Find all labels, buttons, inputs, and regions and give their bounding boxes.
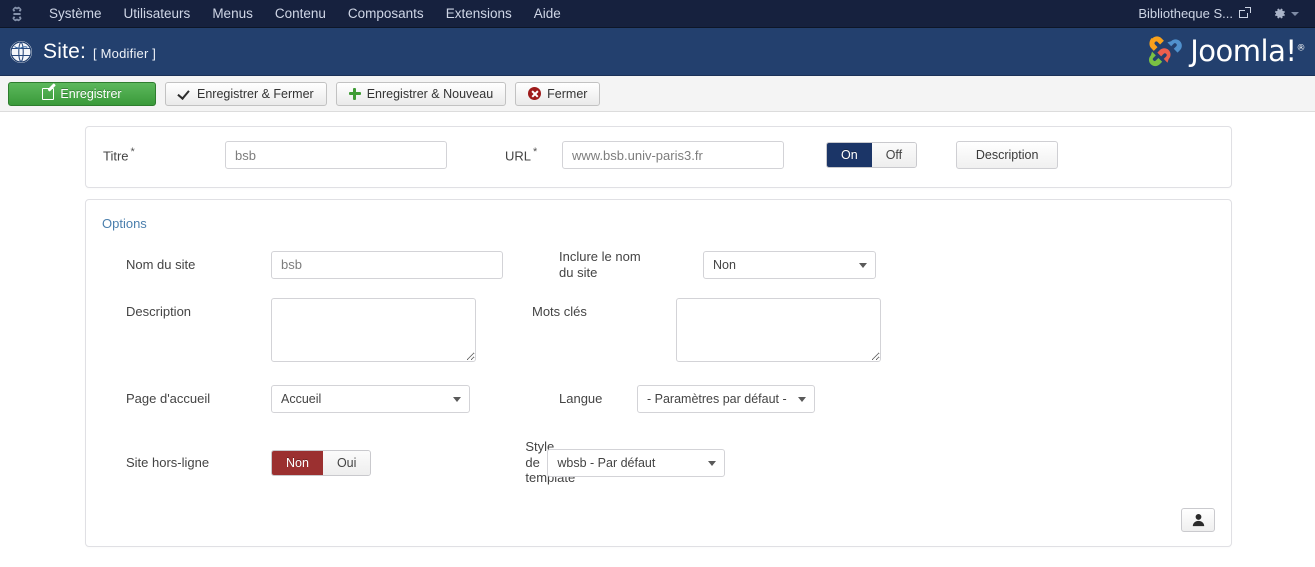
joomla-mark-icon[interactable] — [8, 5, 26, 23]
titre-input[interactable] — [225, 141, 447, 169]
admin-topbar: Système Utilisateurs Menus Contenu Compo… — [0, 0, 1315, 28]
gear-icon — [1272, 6, 1287, 21]
save-and-new-label: Enregistrer & Nouveau — [366, 86, 494, 101]
close-button[interactable]: Fermer — [515, 81, 601, 106]
user-picker-button[interactable] — [1181, 507, 1215, 532]
tab-options[interactable]: Options — [86, 212, 149, 241]
close-button-label: Fermer — [547, 86, 588, 101]
description-textarea[interactable] — [271, 298, 476, 363]
nom-du-site-label: Nom du site — [126, 256, 196, 272]
topnav-item-utilisateurs[interactable]: Utilisateurs — [113, 1, 202, 26]
page-accueil-select[interactable]: Accueil — [271, 385, 470, 414]
user-icon — [1192, 513, 1204, 527]
topnav-item-contenu[interactable]: Contenu — [264, 1, 337, 26]
inclure-nom-site-select[interactable]: Non — [703, 250, 876, 279]
admin-settings-menu[interactable] — [1258, 3, 1305, 24]
page-title-text: Site: — [43, 39, 87, 63]
langue-label: Langue — [559, 391, 603, 407]
chevron-down-icon — [798, 397, 806, 403]
joomla-registered-mark: ® — [1296, 43, 1306, 54]
publish-toggle[interactable]: On Off — [826, 142, 918, 168]
mots-cles-textarea[interactable] — [676, 298, 881, 363]
page-content: Titre* URL* On Off Description Options N… — [0, 112, 1315, 547]
plus-icon — [348, 87, 361, 100]
chevron-down-icon — [859, 262, 867, 268]
page-accueil-value: Accueil — [281, 392, 322, 407]
publish-toggle-on[interactable]: On — [827, 143, 872, 167]
langue-value: - Paramètres par défaut - — [647, 392, 787, 407]
preview-site-link[interactable]: Bibliotheque S... — [1130, 2, 1258, 25]
chevron-down-icon — [453, 397, 461, 403]
topnav-item-aide[interactable]: Aide — [523, 1, 572, 26]
site-hors-ligne-toggle[interactable]: Non Oui — [271, 449, 372, 476]
edit-icon — [42, 87, 55, 100]
description-label: Description — [126, 304, 192, 320]
joomla-pinwheel-icon — [1149, 35, 1183, 66]
admin-main-menu: Système Utilisateurs Menus Contenu Compo… — [38, 1, 572, 26]
inclure-nom-site-label: Inclure le nom du site — [559, 249, 641, 280]
publish-toggle-off[interactable]: Off — [871, 143, 917, 167]
url-label: URL * — [505, 146, 538, 164]
chevron-down-icon — [1291, 11, 1299, 16]
site-hors-ligne-oui[interactable]: Oui — [322, 450, 371, 475]
page-accueil-label: Page d'accueil — [126, 391, 211, 407]
check-icon — [178, 87, 191, 100]
preview-site-label: Bibliotheque S... — [1138, 6, 1233, 21]
save-and-close-button[interactable]: Enregistrer & Fermer — [165, 81, 327, 106]
globe-icon — [10, 40, 32, 63]
topbar-right-group: Bibliotheque S... — [1130, 2, 1305, 25]
site-hors-ligne-label: Site hors-ligne — [126, 454, 210, 470]
titre-label: Titre * — [103, 146, 135, 164]
url-input[interactable] — [562, 141, 784, 169]
save-button[interactable]: Enregistrer — [8, 81, 156, 106]
inclure-nom-site-value: Non — [713, 257, 736, 272]
langue-select[interactable]: - Paramètres par défaut - — [637, 385, 815, 414]
style-template-select[interactable]: wbsb - Par défaut — [547, 448, 726, 477]
save-and-new-button[interactable]: Enregistrer & Nouveau — [335, 81, 507, 106]
external-link-icon — [1239, 7, 1251, 19]
site-hors-ligne-non[interactable]: Non — [272, 450, 323, 475]
page-title: Site: [ Modifier ] — [43, 40, 156, 64]
save-button-label: Enregistrer — [60, 86, 122, 101]
options-panel: Options Nom du site Inclure le nom du si… — [85, 199, 1232, 547]
topnav-item-systeme[interactable]: Système — [38, 1, 113, 26]
editor-toolbar: Enregistrer Enregistrer & Fermer Enregis… — [0, 76, 1315, 112]
save-and-close-label: Enregistrer & Fermer — [197, 86, 314, 101]
close-circle-icon — [528, 87, 542, 100]
description-button[interactable]: Description — [956, 141, 1059, 169]
topnav-item-menus[interactable]: Menus — [201, 1, 264, 26]
topnav-item-composants[interactable]: Composants — [337, 1, 435, 26]
style-template-label: Style de template — [525, 439, 576, 486]
nom-du-site-input[interactable] — [271, 250, 503, 279]
mots-cles-label: Mots clés — [532, 304, 587, 320]
style-template-value: wbsb - Par défaut — [557, 455, 656, 470]
main-fields-panel: Titre* URL* On Off Description — [85, 126, 1232, 188]
page-header: Site: [ Modifier ] Joomla!® — [0, 28, 1315, 76]
chevron-down-icon — [708, 460, 717, 466]
page-title-mode: [ Modifier ] — [93, 45, 157, 61]
topnav-item-extensions[interactable]: Extensions — [435, 1, 523, 26]
joomla-wordmark: Joomla!® — [1190, 34, 1306, 68]
joomla-logo: Joomla!® — [1141, 28, 1315, 75]
